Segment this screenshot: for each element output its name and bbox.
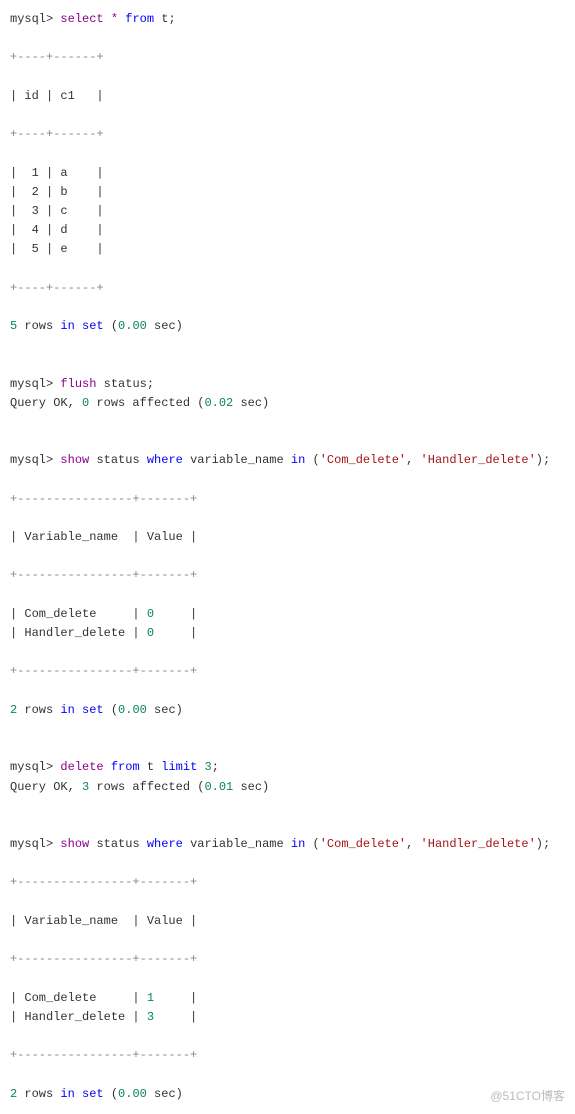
text: sec) [147,319,183,333]
kw-in: in [60,319,74,333]
semi: ; [212,760,219,774]
cell: | Com_delete | [10,607,147,621]
kw-set: set [82,703,104,717]
col-name: variable_name [190,837,284,851]
table-row: | 2 | b | [10,185,104,199]
prompt: mysql> [10,377,53,391]
table-border: +----+------+ [10,281,104,295]
time: 0.01 [204,780,233,794]
string-literal: 'Com_delete' [320,837,406,851]
kw-from: from [125,12,154,26]
limit-value: 3 [204,760,211,774]
text: rows [17,703,60,717]
kw-in: in [291,453,305,467]
text [75,703,82,717]
cell: | [154,1010,197,1024]
text [75,1087,82,1101]
table-border: +----------------+-------+ [10,664,197,678]
table-border: +----------------+-------+ [10,952,197,966]
kw-star: * [111,12,118,26]
terminal-output: mysql> select * from t; +----+------+ | … [10,10,565,1104]
text: sec) [147,703,183,717]
time: 0.00 [118,703,147,717]
string-literal: 'Com_delete' [320,453,406,467]
table-name: t; [161,12,175,26]
rp: ); [536,453,550,467]
table-border: +----+------+ [10,50,104,64]
kw-flush: flush [60,377,96,391]
cell: | [154,607,197,621]
text: rows affected ( [89,780,204,794]
kw-set: set [82,1087,104,1101]
table-header: | Variable_name | Value | [10,914,197,928]
cell-value: 1 [147,991,154,1005]
cell-value: 0 [147,626,154,640]
kw-delete: delete [60,760,103,774]
text: ( [104,1087,118,1101]
text: sec) [147,1087,183,1101]
kw-show: show [60,453,89,467]
text: ( [104,703,118,717]
cell: | Com_delete | [10,991,147,1005]
cell: | [154,626,197,640]
text: ( [104,319,118,333]
kw-show: show [60,837,89,851]
string-literal: 'Handler_delete' [421,837,536,851]
table-header: | id | c1 | [10,89,104,103]
time: 0.00 [118,1087,147,1101]
kw-limit: limit [161,760,197,774]
text [75,319,82,333]
comma: , [406,837,413,851]
text: sec) [233,780,269,794]
prompt: mysql> [10,837,53,851]
lp: ( [313,837,320,851]
text: rows affected ( [89,396,204,410]
table-row: | 4 | d | [10,223,104,237]
comma: , [406,453,413,467]
watermark: @51CTO博客 [490,1087,565,1106]
text: sec) [233,396,269,410]
kw-status: status; [104,377,154,391]
table-border: +----------------+-------+ [10,492,197,506]
prompt: mysql> [10,12,53,26]
cell-value: 0 [147,607,154,621]
prompt: mysql> [10,453,53,467]
kw-where: where [147,453,183,467]
kw-from: from [111,760,140,774]
kw-in: in [60,1087,74,1101]
table-row: | 1 | a | [10,166,104,180]
kw-select: select [60,12,103,26]
kw-status: status [96,453,139,467]
time: 0.00 [118,319,147,333]
text: Query OK, [10,780,82,794]
time: 0.02 [204,396,233,410]
table-border: +----------------+-------+ [10,875,197,889]
table-border: +----------------+-------+ [10,568,197,582]
table-border: +----+------+ [10,127,104,141]
text: rows [17,319,60,333]
col-name: variable_name [190,453,284,467]
text: Query OK, [10,396,82,410]
kw-set: set [82,319,104,333]
table-border: +----------------+-------+ [10,1048,197,1062]
cell: | [154,991,197,1005]
row-count: 2 [10,1087,17,1101]
lp: ( [313,453,320,467]
cell: | Handler_delete | [10,1010,147,1024]
kw-in: in [291,837,305,851]
cell-value: 3 [147,1010,154,1024]
kw-status: status [96,837,139,851]
rp: ); [536,837,550,851]
kw-in: in [60,703,74,717]
text: rows [17,1087,60,1101]
table-row: | 5 | e | [10,242,104,256]
table-header: | Variable_name | Value | [10,530,197,544]
prompt: mysql> [10,760,53,774]
string-literal: 'Handler_delete' [421,453,536,467]
kw-where: where [147,837,183,851]
table-name: t [147,760,154,774]
cell: | Handler_delete | [10,626,147,640]
table-row: | 3 | c | [10,204,104,218]
